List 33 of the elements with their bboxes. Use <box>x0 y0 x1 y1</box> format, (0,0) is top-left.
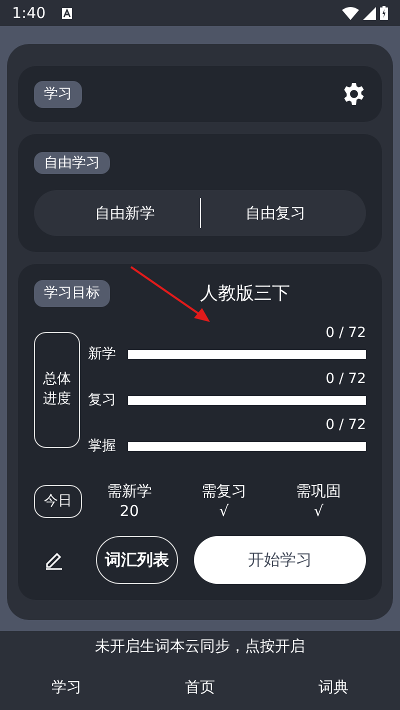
section-tag: 学习 <box>34 80 82 108</box>
settings-icon[interactable] <box>342 82 366 106</box>
battery-icon <box>380 6 388 20</box>
progress-reading: 0 / 72 <box>324 324 366 343</box>
progress-reading: 0 / 72 <box>324 416 366 435</box>
edit-icon[interactable] <box>44 550 64 570</box>
stat-value: √ <box>314 501 324 522</box>
nav-tab[interactable]: 学习 <box>46 675 88 700</box>
stat-value: √ <box>219 501 229 522</box>
word-list-button[interactable]: 词汇列表 <box>96 536 178 584</box>
status-time: 1:40 <box>12 2 46 24</box>
book-title: 人教版三下 <box>200 282 290 306</box>
today-label: 今日 <box>34 484 82 518</box>
stat-value: 20 <box>120 501 139 522</box>
section-tag: 学习目标 <box>34 280 110 307</box>
nav-tab[interactable]: 词典 <box>312 675 354 700</box>
progress-label: 掌握 <box>88 437 117 456</box>
wifi-icon <box>342 6 359 20</box>
stat-label: 需复习 <box>201 481 246 502</box>
study-mode-button[interactable]: 自由复习 <box>200 190 350 236</box>
study-mode-button[interactable]: 自由新学 <box>50 190 200 236</box>
sync-notice[interactable]: 未开启生词本云同步，点按开启 <box>95 637 305 655</box>
stat-label: 需巩固 <box>296 481 342 502</box>
progress-label: 复习 <box>88 391 117 410</box>
signal-icon <box>363 6 376 20</box>
start-study-button[interactable]: 开始学习 <box>194 536 366 584</box>
notification-icon <box>62 8 72 18</box>
progress-label: 新学 <box>88 345 117 364</box>
overall-progress-label: 总体进度 <box>34 332 80 448</box>
nav-tab[interactable]: 首页 <box>178 675 221 700</box>
stat-label: 需新学 <box>106 481 152 502</box>
section-tag: 自由学习 <box>34 152 110 174</box>
progress-reading: 0 / 72 <box>324 370 366 389</box>
